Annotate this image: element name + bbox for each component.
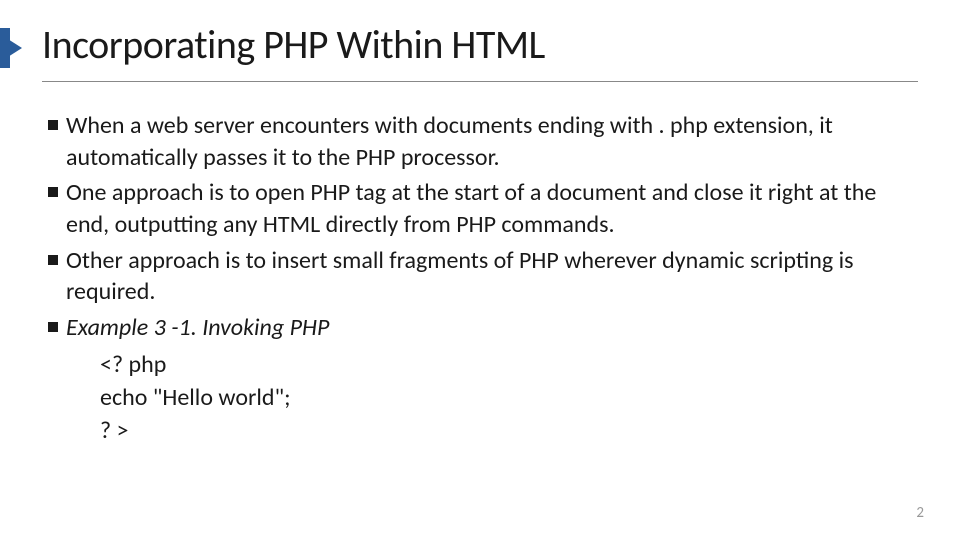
bullet-marker-icon <box>48 187 58 197</box>
code-block: <? php echo "Hello world"; ? > <box>100 348 918 447</box>
slide-content: When a web server encounters with docume… <box>42 110 918 447</box>
code-line: <? php <box>100 348 918 381</box>
bullet-item: When a web server encounters with docume… <box>48 110 918 173</box>
slide-title: Incorporating PHP Within HTML <box>42 20 918 82</box>
title-accent-icon <box>0 34 22 62</box>
code-line: echo "Hello world"; <box>100 381 918 414</box>
bullet-item: One approach is to open PHP tag at the s… <box>48 177 918 240</box>
bullet-text-example: Example 3 -1. Invoking PHP <box>66 312 329 344</box>
bullet-text: One approach is to open PHP tag at the s… <box>66 177 918 240</box>
bullet-item: Example 3 -1. Invoking PHP <box>48 312 918 344</box>
page-number: 2 <box>916 504 924 522</box>
bullet-text: When a web server encounters with docume… <box>66 110 918 173</box>
slide-container: Incorporating PHP Within HTML When a web… <box>0 0 960 540</box>
bullet-text: Other approach is to insert small fragme… <box>66 245 918 308</box>
title-area: Incorporating PHP Within HTML <box>42 20 918 82</box>
code-line: ? > <box>100 414 918 447</box>
bullet-item: Other approach is to insert small fragme… <box>48 245 918 308</box>
bullet-marker-icon <box>48 255 58 265</box>
bullet-marker-icon <box>48 322 58 332</box>
bullet-marker-icon <box>48 120 58 130</box>
